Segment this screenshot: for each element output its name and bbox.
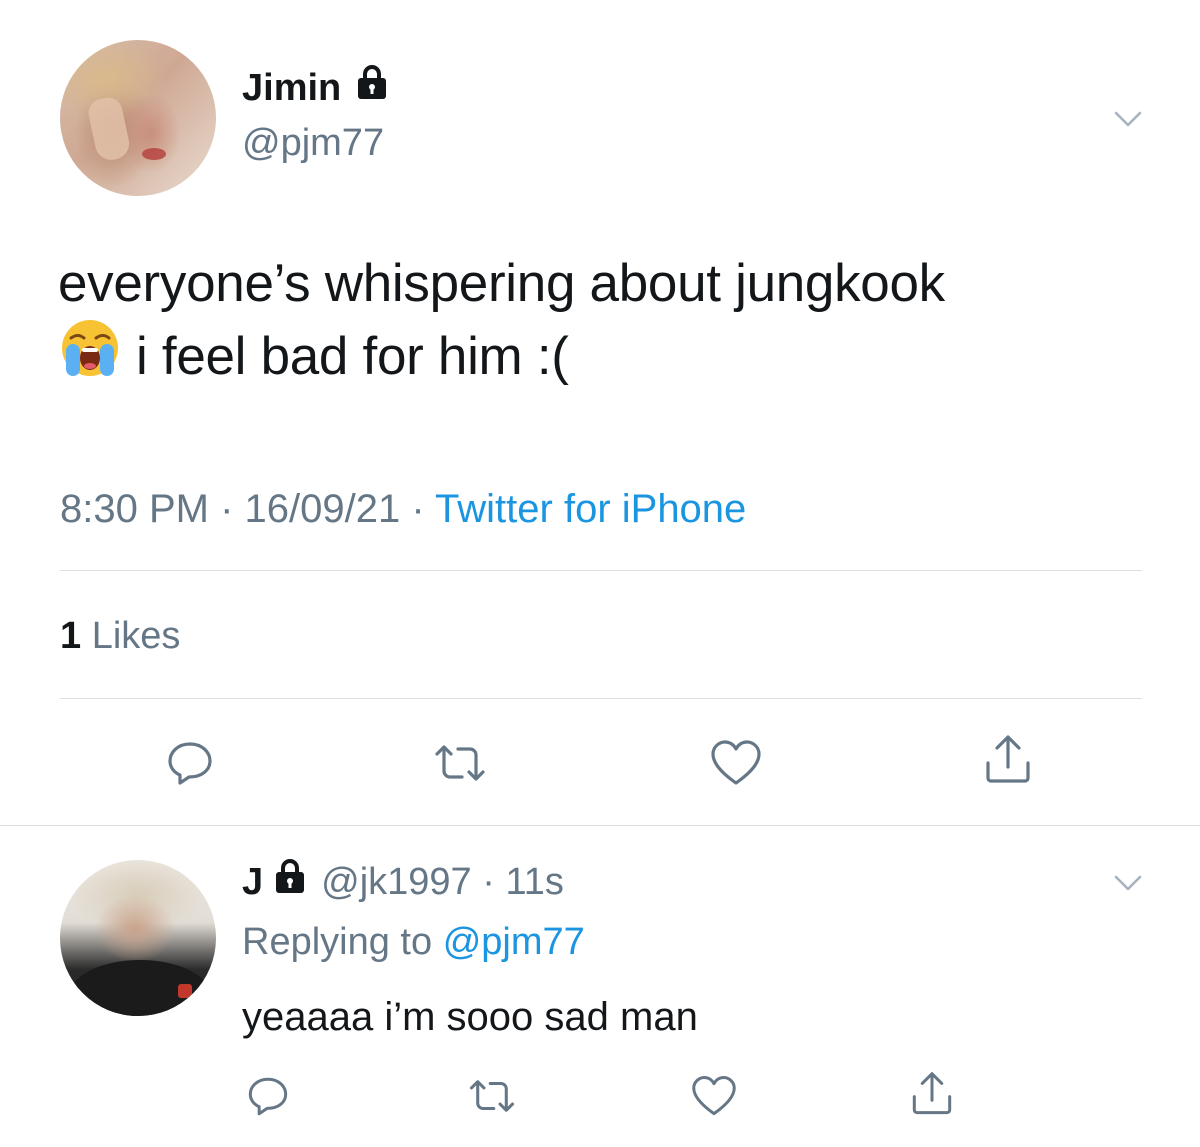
replying-to-link[interactable]: @pjm77 [443,921,585,963]
tweet-text-line-2-row: i feel bad for him :( [58,316,1168,389]
retweet-button[interactable] [428,733,492,793]
divider [0,825,1200,826]
reply-button[interactable] [158,733,222,793]
tweet-meta: 8:30 PM · 16/09/21 · Twitter for iPhone [60,484,746,534]
likes-summary[interactable]: 1 Likes [60,612,180,660]
author-handle[interactable]: @pjm77 [242,120,384,166]
tweet-date[interactable]: 16/09/21 [245,487,401,531]
tweet-text: everyone’s whispering about jungkook i f… [58,252,1168,389]
reply-icon [168,742,212,785]
replying-prefix: Replying to [242,921,433,963]
like-button[interactable] [704,733,768,793]
reply-reply-button[interactable] [238,1068,298,1124]
avatar-detail [142,148,166,160]
reply-like-button[interactable] [684,1068,744,1124]
meta-separator: · [208,487,245,531]
like-icon [692,1076,736,1116]
author-display-name[interactable]: Jimin [242,64,341,112]
avatar-detail [178,984,192,998]
reply-display-name[interactable]: J [242,858,263,906]
lock-icon [273,858,307,906]
reply-options-button[interactable] [1108,868,1148,898]
reply-time[interactable]: 11s [505,861,563,903]
reply-header: J @jk1997 · 11s [242,858,564,906]
reply-share-button[interactable] [902,1066,962,1122]
tweet-options-button[interactable] [1108,104,1148,134]
chevron-down-icon [1114,111,1142,127]
reply-retweet-button[interactable] [462,1068,522,1124]
reply-icon [248,1077,288,1116]
replying-to: Replying to @pjm77 [242,918,585,966]
likes-label: Likes [91,615,181,657]
reply-text: yeaaaa i’m sooo sad man [242,995,698,1039]
reply-author-avatar[interactable] [60,860,216,1016]
divider [60,698,1142,699]
like-icon [711,740,761,785]
retweet-icon [469,1080,515,1112]
retweet-icon [435,745,485,781]
reply-handle[interactable]: @jk1997 · 11s [321,858,564,906]
author-avatar[interactable] [60,40,216,196]
meta-separator: · [471,861,506,903]
share-icon [912,1072,952,1115]
share-icon [986,735,1030,783]
tweet-text-line-2: i feel bad for him :( [136,327,569,386]
divider [60,570,1142,571]
author-name-row[interactable]: Jimin [242,64,389,112]
meta-separator: · [400,487,436,531]
share-button[interactable] [976,730,1040,790]
tweet-text-line-1: everyone’s whispering about jungkook [58,254,945,313]
lock-icon [355,64,389,112]
chevron-down-icon [1114,875,1142,891]
likes-count: 1 [60,615,82,657]
loudly-crying-face-emoji [62,320,118,376]
avatar-hand [85,95,133,163]
tweet-source-link[interactable]: Twitter for iPhone [435,487,746,531]
tweet-time[interactable]: 8:30 PM [60,487,209,531]
